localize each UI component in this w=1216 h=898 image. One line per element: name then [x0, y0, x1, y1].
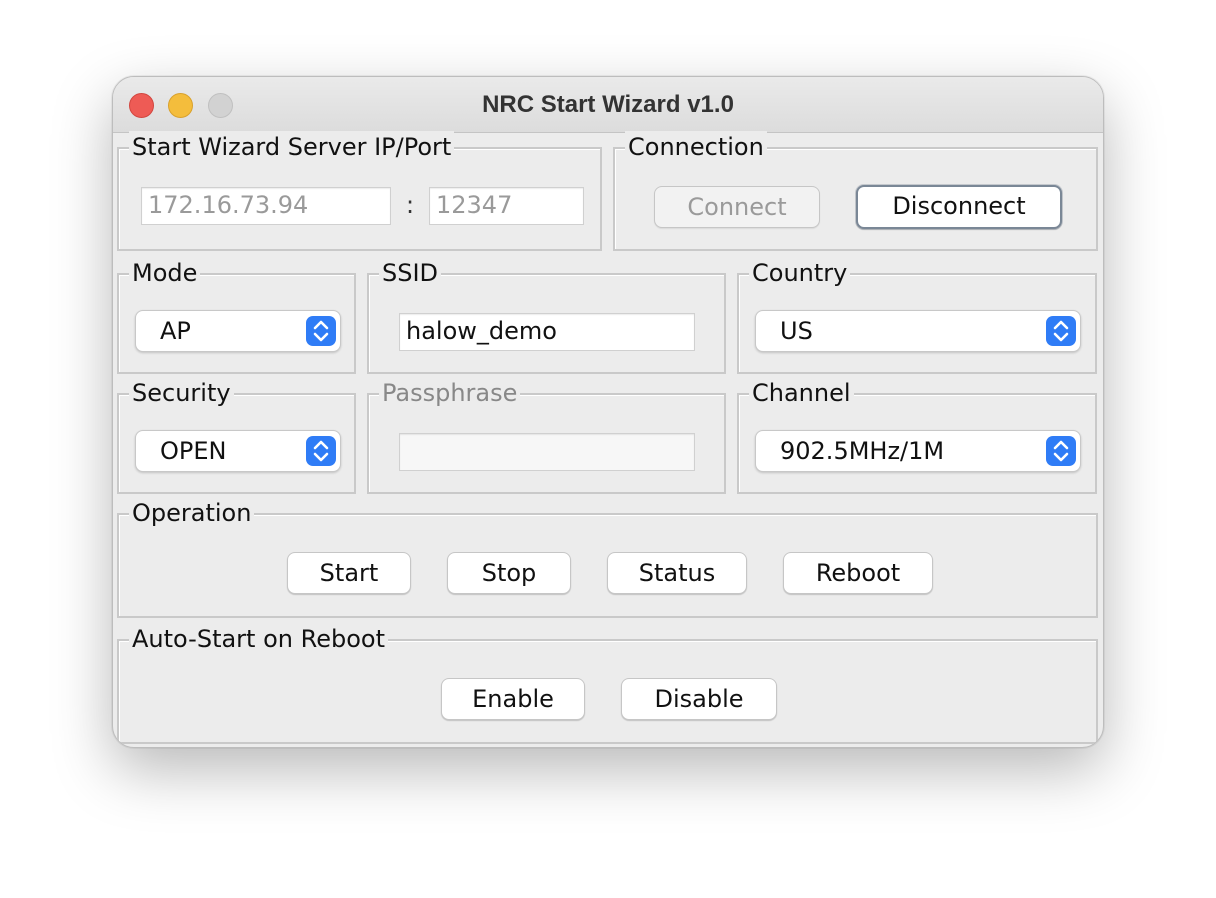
channel-select[interactable]: 902.5MHz/1M [755, 430, 1081, 472]
connection-group-label: Connection [625, 131, 767, 163]
country-select-value: US [780, 317, 813, 345]
enable-button[interactable]: Enable [441, 678, 585, 720]
operation-group-label: Operation [129, 497, 255, 529]
reboot-button[interactable]: Reboot [783, 552, 933, 594]
server-port-field[interactable]: 12347 [429, 187, 584, 225]
mode-group: Mode AP [117, 257, 356, 374]
disable-button[interactable]: Disable [621, 678, 777, 720]
ssid-group-label: SSID [379, 257, 442, 289]
chevron-up-down-icon [1046, 316, 1076, 346]
start-button[interactable]: Start [287, 552, 411, 594]
connect-button[interactable]: Connect [654, 186, 820, 228]
operation-group: Operation Start Stop Status Reboot [117, 497, 1098, 618]
disconnect-button[interactable]: Disconnect [856, 185, 1062, 229]
title-bar[interactable]: NRC Start Wizard v1.0 [113, 77, 1103, 133]
chevron-up-down-icon [306, 316, 336, 346]
window-title: NRC Start Wizard v1.0 [482, 91, 734, 118]
country-group-label: Country [749, 257, 851, 289]
chevron-up-down-icon [306, 436, 336, 466]
passphrase-field [399, 433, 695, 471]
app-window: NRC Start Wizard v1.0 Start Wizard Serve… [112, 76, 1104, 748]
status-button[interactable]: Status [607, 552, 747, 594]
server-group-label: Start Wizard Server IP/Port [129, 131, 455, 163]
mode-select-value: AP [160, 317, 191, 345]
autostart-group-label: Auto-Start on Reboot [129, 623, 388, 655]
ip-port-separator: : [406, 191, 415, 219]
country-select[interactable]: US [755, 310, 1081, 352]
server-group: Start Wizard Server IP/Port 172.16.73.94… [117, 131, 602, 251]
security-group: Security OPEN [117, 377, 356, 494]
passphrase-group: Passphrase [367, 377, 726, 494]
stop-button[interactable]: Stop [447, 552, 571, 594]
mode-select[interactable]: AP [135, 310, 341, 352]
security-select[interactable]: OPEN [135, 430, 341, 472]
autostart-group: Auto-Start on Reboot Enable Disable [117, 623, 1098, 744]
security-group-label: Security [129, 377, 234, 409]
passphrase-group-label: Passphrase [379, 377, 521, 409]
security-select-value: OPEN [160, 437, 227, 465]
channel-select-value: 902.5MHz/1M [780, 437, 945, 465]
channel-group: Channel 902.5MHz/1M [737, 377, 1097, 494]
server-ip-field[interactable]: 172.16.73.94 [141, 187, 391, 225]
chevron-up-down-icon [1046, 436, 1076, 466]
channel-group-label: Channel [749, 377, 854, 409]
connection-group: Connection Connect Disconnect [613, 131, 1098, 251]
ssid-group: SSID halow_demo [367, 257, 726, 374]
country-group: Country US [737, 257, 1097, 374]
ssid-field[interactable]: halow_demo [399, 313, 695, 351]
mode-group-label: Mode [129, 257, 201, 289]
